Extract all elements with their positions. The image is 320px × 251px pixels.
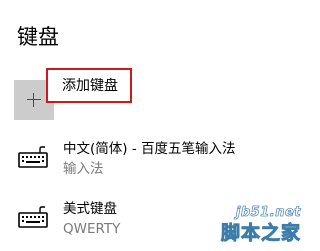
keyboard-icon [18, 205, 48, 229]
watermark-brand: 脚本之家 [220, 222, 301, 245]
page-title: 键盘 [17, 25, 59, 49]
keyboard-icon [18, 145, 48, 169]
add-keyboard-label[interactable]: 添加键盘 [62, 77, 118, 95]
watermark: jb51.net 脚本之家 [183, 205, 303, 249]
keyboard-list-item[interactable]: 中文(简体) - 百度五笔输入法 输入法 [18, 140, 298, 184]
keyboard-settings-page: { "page": { "title": "键盘" }, "add_keyboa… [0, 0, 307, 251]
keyboard-name: 中文(简体) - 百度五笔输入法 [63, 141, 236, 157]
keyboard-subtitle: QWERTY [63, 221, 121, 237]
keyboard-name: 美式键盘 [63, 201, 117, 217]
keyboard-subtitle: 输入法 [63, 161, 104, 177]
watermark-url: jb51.net [235, 205, 301, 221]
